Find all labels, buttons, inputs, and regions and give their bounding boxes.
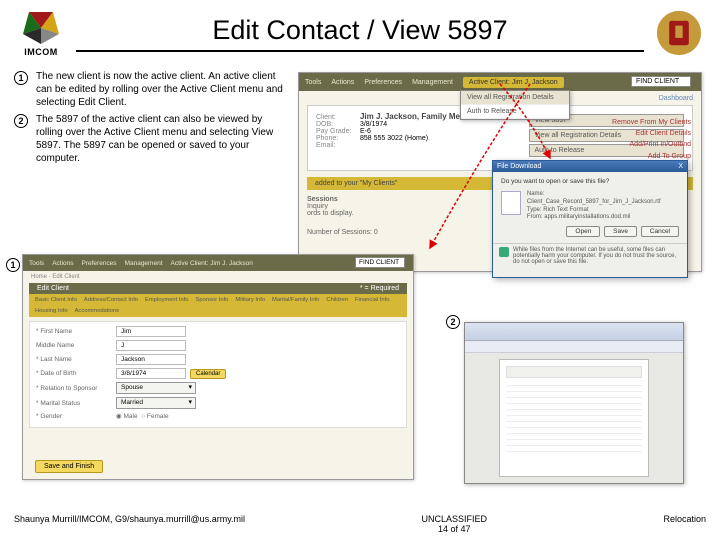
dialog-question: Do you want to open or save this file? — [501, 178, 679, 185]
last-name-input[interactable]: Jackson — [116, 354, 186, 365]
imcom-logo: IMCOM — [14, 6, 68, 60]
dob-value: 3/8/1974 — [360, 121, 387, 128]
nav-preferences[interactable]: Preferences — [364, 79, 402, 86]
footer-author: Shaunya Murrill/IMCOM, G9/shaunya.murril… — [14, 514, 245, 534]
tab-military[interactable]: Military Info — [233, 296, 267, 304]
banner-text: added to your "My Clients" — [315, 180, 397, 187]
dialog-title: File Download — [497, 163, 541, 170]
slide-content: 1 The new client is now the active clien… — [0, 60, 720, 500]
step-2-text: The 5897 of the active client can also b… — [36, 113, 286, 165]
shield-icon — [499, 247, 509, 257]
marital-label: * Marital Status — [36, 400, 116, 407]
footer-classification: UNCLASSIFIED — [421, 514, 487, 524]
footer-center: UNCLASSIFIED 14 of 47 — [421, 514, 487, 534]
army-crest — [652, 6, 706, 60]
screenshot-5897-document — [464, 322, 684, 484]
save-finish-button[interactable]: Save and Finish — [35, 460, 103, 473]
tab-financial[interactable]: Financial Info — [353, 296, 391, 304]
dob-label2: * Date of Birth — [36, 370, 116, 377]
footer-topic: Relocation — [663, 514, 706, 534]
nav-actions[interactable]: Actions — [331, 79, 354, 86]
slide-title: Edit Contact / View 5897 — [76, 15, 644, 52]
slide-footer: Shaunya Murrill/IMCOM, G9/shaunya.murril… — [0, 514, 720, 534]
callout-1: 1 — [6, 258, 20, 272]
dashboard-link[interactable]: Dashboard — [659, 95, 693, 102]
edit-nav-active[interactable]: Active Client: Jim J. Jackson — [171, 260, 253, 267]
file-info: Name: Client_Case_Record_5897_for_Jim_J_… — [527, 191, 679, 222]
tab-sponsor[interactable]: Sponsor Info — [194, 296, 231, 304]
client-label: Client: — [316, 114, 358, 121]
tab-address[interactable]: Address/Contact Info — [82, 296, 140, 304]
step-2: 2 The 5897 of the active client can also… — [14, 113, 294, 165]
find-client-input[interactable]: FIND CLIENT — [631, 76, 691, 87]
save-button[interactable]: Save — [604, 226, 637, 237]
nav-tools[interactable]: Tools — [305, 79, 321, 86]
step-1-marker: 1 — [14, 71, 28, 85]
footer-page: 14 of 47 — [421, 524, 487, 534]
tab-marital[interactable]: Marital/Family Info — [270, 296, 321, 304]
edit-nav-management[interactable]: Management — [125, 260, 163, 267]
gender-radios[interactable]: ◉ Male ○ Female — [116, 412, 169, 420]
middle-name-input[interactable]: J — [116, 340, 186, 351]
paygrade-value: E-6 — [360, 128, 371, 135]
open-button[interactable]: Open — [566, 226, 600, 237]
doc-page — [499, 359, 649, 477]
dialog-titlebar: File Download X — [493, 161, 687, 172]
tab-basic[interactable]: Basic Client Info — [33, 296, 79, 304]
screenshot-edit-client: Tools Actions Preferences Management Act… — [22, 254, 414, 480]
relation-select[interactable]: Spouse — [116, 382, 196, 394]
nav-management[interactable]: Management — [412, 79, 453, 86]
callout-2: 2 — [446, 315, 460, 329]
tab-housing[interactable]: Housing Info — [33, 307, 70, 315]
step-2-marker: 2 — [14, 114, 28, 128]
doc-toolbar — [465, 323, 683, 341]
edit-client-link[interactable]: Edit Client Details — [612, 128, 691, 139]
file-icon — [501, 191, 521, 215]
first-name-input[interactable]: Jim — [116, 326, 186, 337]
step-1: 1 The new client is now the active clien… — [14, 70, 294, 109]
dropdown-view-reg[interactable]: View all Registration Details — [461, 91, 569, 105]
paygrade-label: Pay Grade: — [316, 128, 358, 135]
tab-accom[interactable]: Accommodations — [73, 307, 121, 315]
active-client-dropdown: View all Registration Details Auth to Re… — [460, 90, 570, 120]
calendar-button[interactable]: Calendar — [190, 369, 226, 379]
dob-input[interactable]: 3/8/1974 — [116, 368, 186, 379]
dialog-close[interactable]: X — [678, 163, 683, 170]
sidebar-links: Remove From My Clients Edit Client Detai… — [612, 117, 691, 162]
cancel-button[interactable]: Cancel — [641, 226, 679, 237]
edit-nav-preferences[interactable]: Preferences — [82, 260, 117, 267]
dialog-warning: While files from the Internet can be use… — [493, 243, 687, 268]
marital-select[interactable]: Married — [116, 397, 196, 409]
dob-label: DOB: — [316, 121, 358, 128]
step-1-text: The new client is now the active client.… — [36, 70, 286, 109]
edit-nav-tools[interactable]: Tools — [29, 260, 44, 267]
last-name-label: * Last Name — [36, 356, 116, 363]
middle-name-label: Middle Name — [36, 342, 116, 349]
first-name-label: * First Name — [36, 328, 116, 335]
doc-toolbar2 — [465, 341, 683, 353]
tab-employment[interactable]: Employment Info — [143, 296, 191, 304]
add-print-link[interactable]: Add/Print In/Outbnd — [612, 139, 691, 150]
phone-value: 858 555 3022 (Home) — [360, 135, 428, 142]
file-download-dialog: File Download X Do you want to open or s… — [492, 160, 688, 278]
relation-label: * Relation to Sponsor — [36, 385, 116, 392]
nav-active-client[interactable]: Active Client: Jim J. Jackson — [463, 77, 564, 88]
tab-children[interactable]: Children — [324, 296, 350, 304]
remove-client-link[interactable]: Remove From My Clients — [612, 117, 691, 128]
slide-header: IMCOM Edit Contact / View 5897 — [0, 0, 720, 60]
gender-label: * Gender — [36, 413, 116, 420]
imcom-logo-text: IMCOM — [24, 47, 58, 57]
edit-find-client[interactable]: FIND CLIENT — [355, 257, 405, 268]
breadcrumb: Home · Edit Client — [23, 271, 413, 283]
phone-label: Phone: — [316, 135, 358, 142]
edit-section-title: Edit Client * = Required — [29, 283, 407, 294]
edit-nav-actions[interactable]: Actions — [52, 260, 73, 267]
edit-form: * First Name Jim Middle Name J * Last Na… — [29, 321, 407, 428]
warning-text: While files from the Internet can be use… — [513, 247, 681, 265]
dropdown-auth[interactable]: Auth to Release — [461, 105, 569, 119]
instructions: 1 The new client is now the active clien… — [14, 70, 294, 165]
edit-tabs: Basic Client Info Address/Contact Info E… — [29, 294, 407, 317]
email-label: Email: — [316, 142, 358, 149]
